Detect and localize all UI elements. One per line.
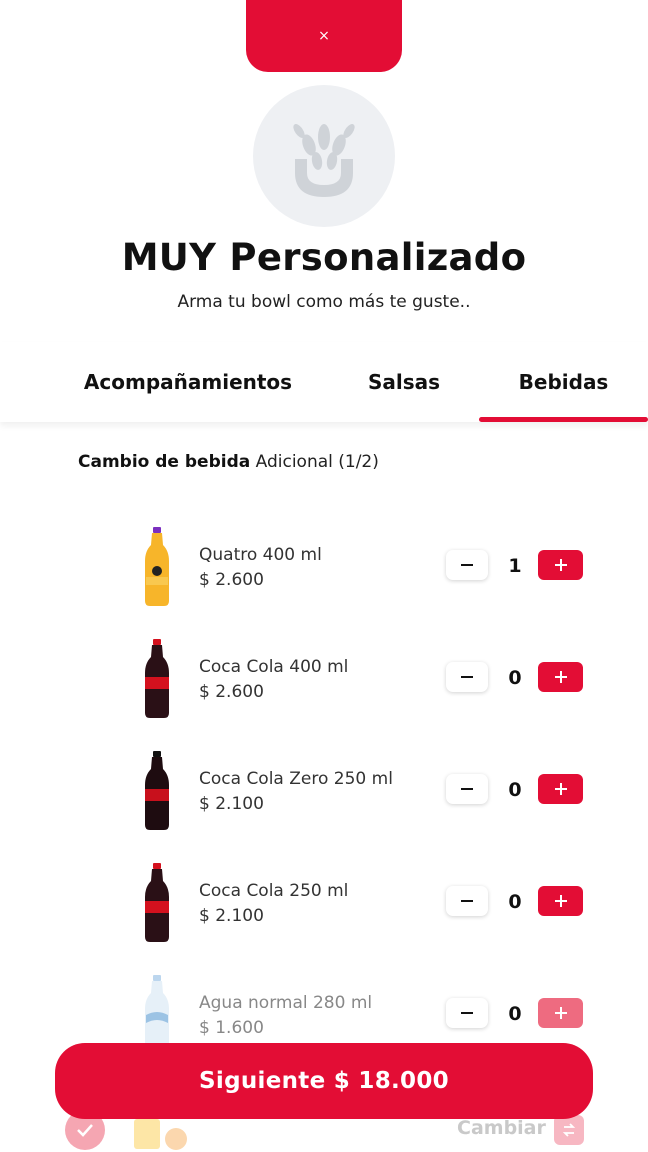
product-row: Quatro 400 ml $ 2.600 1: [0, 527, 648, 617]
bottle-image: [145, 639, 169, 718]
product-name: Coca Cola Zero 250 ml: [199, 769, 393, 789]
close-button[interactable]: ×: [246, 0, 402, 72]
page-subtitle: Arma tu bowl como más te guste..: [177, 292, 471, 312]
quantity-value: 0: [508, 1003, 522, 1025]
increase-button[interactable]: [538, 662, 583, 692]
active-tab-indicator: [479, 417, 648, 422]
section-detail: Adicional (1/2): [255, 452, 379, 472]
plus-icon: [554, 895, 567, 907]
increase-button[interactable]: [538, 550, 583, 580]
minus-icon: [461, 788, 473, 790]
plus-icon: [554, 671, 567, 683]
product-price: $ 2.100: [199, 794, 264, 814]
minus-icon: [461, 1012, 473, 1014]
minus-icon: [461, 900, 473, 902]
product-price: $ 2.600: [199, 570, 264, 590]
category-tabs: s Acompañamientos Salsas Bebidas: [0, 342, 648, 422]
swap-icon[interactable]: [554, 1115, 584, 1145]
increase-button[interactable]: [538, 774, 583, 804]
decrease-button[interactable]: [446, 550, 488, 580]
increase-button[interactable]: [538, 886, 583, 916]
product-row: Coca Cola 400 ml $ 2.600 0: [0, 639, 648, 729]
section-title: Cambio de bebida: [78, 452, 251, 472]
bottle-image: [145, 527, 169, 606]
quantity-value: 0: [508, 667, 522, 689]
plus-icon: [554, 559, 567, 571]
plus-icon: [554, 783, 567, 795]
tab-salsas[interactable]: Salsas: [350, 342, 458, 422]
product-price: $ 2.100: [199, 906, 264, 926]
tab-previous[interactable]: s: [0, 342, 6, 422]
decrease-button[interactable]: [446, 774, 488, 804]
product-row: Coca Cola 250 ml $ 2.100 0: [0, 863, 648, 953]
increase-button[interactable]: [538, 998, 583, 1028]
decrease-button[interactable]: [446, 998, 488, 1028]
close-icon: ×: [318, 28, 330, 44]
decrease-button[interactable]: [446, 886, 488, 916]
bottle-image: [145, 751, 169, 830]
decrease-button[interactable]: [446, 662, 488, 692]
minus-icon: [461, 564, 473, 566]
quantity-value: 0: [508, 891, 522, 913]
tab-bebidas[interactable]: Bebidas: [479, 342, 648, 422]
bowl-logo-icon: [293, 124, 355, 197]
quantity-value: 1: [508, 555, 522, 577]
product-row: Coca Cola Zero 250 ml $ 2.100 0: [0, 751, 648, 841]
food-image: [134, 1119, 187, 1150]
product-name: Agua normal 280 ml: [199, 993, 373, 1013]
quantity-value: 0: [508, 779, 522, 801]
section-header: Cambio de bebida Adicional (1/2): [78, 452, 379, 472]
brand-logo: [253, 85, 395, 227]
change-link[interactable]: Cambiar: [457, 1117, 546, 1139]
plus-icon: [554, 1007, 567, 1019]
product-name: Coca Cola 250 ml: [199, 881, 349, 901]
bottle-image: [145, 863, 169, 942]
product-name: Coca Cola 400 ml: [199, 657, 349, 677]
product-price: $ 2.600: [199, 682, 264, 702]
next-button[interactable]: Siguiente $ 18.000: [55, 1043, 593, 1119]
product-name: Quatro 400 ml: [199, 545, 322, 565]
tab-acompanamientos[interactable]: Acompañamientos: [78, 342, 298, 422]
minus-icon: [461, 676, 473, 678]
product-price: $ 1.600: [199, 1018, 264, 1038]
page-title: MUY Personalizado: [121, 236, 527, 279]
